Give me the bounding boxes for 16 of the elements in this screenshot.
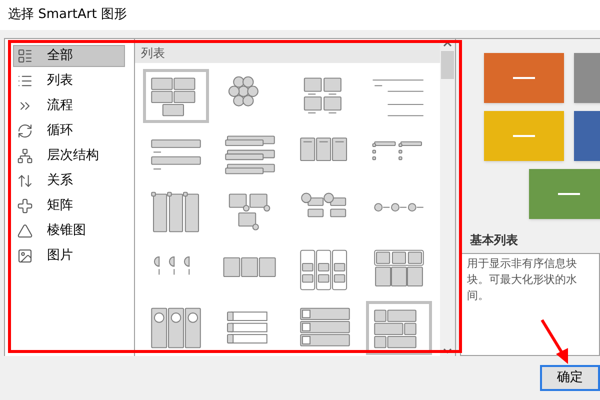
- window-title: 选择 SmartArt 图形: [8, 6, 127, 24]
- category-item[interactable]: 循环: [13, 120, 125, 142]
- category-item[interactable]: 全部: [13, 45, 125, 67]
- category-item[interactable]: 关系: [13, 170, 125, 192]
- description-text: 块。可最大化形状的水: [467, 272, 578, 288]
- description-text: 间。: [467, 288, 490, 304]
- description-text: 用于显示非有序信息块: [467, 256, 578, 272]
- category-item[interactable]: 流程: [13, 95, 125, 117]
- category-item[interactable]: 棱锥图: [13, 220, 125, 242]
- category-item[interactable]: 矩阵: [13, 195, 125, 217]
- category-item[interactable]: 层次结构: [13, 145, 125, 167]
- layout-title: 基本列表: [470, 232, 519, 249]
- gallery-heading: 列表: [135, 43, 440, 63]
- category-item[interactable]: 图片: [13, 245, 125, 267]
- category-item[interactable]: 列表: [13, 70, 125, 92]
- ok-button[interactable]: 确定: [540, 365, 600, 391]
